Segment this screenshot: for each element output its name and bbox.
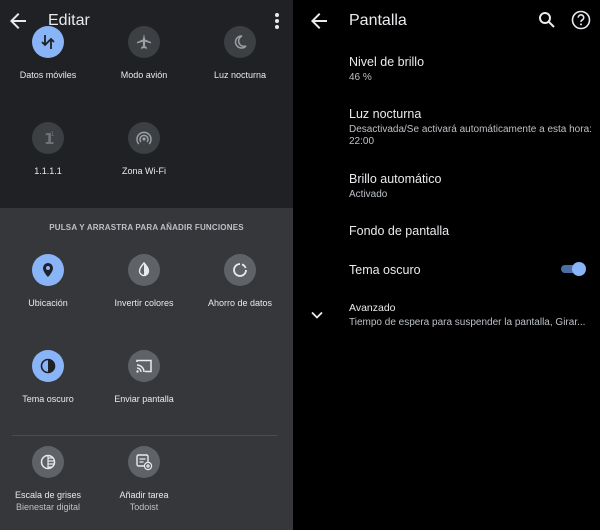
setting-summary: Tiempo de espera para suspender la panta…: [349, 317, 586, 328]
tile-circle: [32, 254, 64, 286]
tile-sublabel: Todoist: [129, 502, 159, 512]
tile-label: Añadir tarea: [119, 490, 169, 500]
tile-label: Escala de grises: [14, 490, 82, 500]
tile-circle: [32, 446, 64, 478]
tile-invertir-colores[interactable]: Invertir colores: [96, 254, 192, 308]
tile-circle: [128, 446, 160, 478]
tile-1111[interactable]: 11 1.1.1.1: [0, 122, 96, 176]
setting-wallpaper[interactable]: Fondo de pantalla: [349, 224, 593, 238]
back-arrow-icon[interactable]: [307, 9, 331, 33]
airplane-icon: [137, 34, 151, 49]
tile-circle: [224, 254, 256, 286]
tile-datos-moviles[interactable]: Datos móviles: [0, 26, 96, 80]
svg-text:1: 1: [51, 131, 55, 138]
tile-label: Zona Wi-Fi: [121, 166, 166, 176]
setting-title: Tema oscuro: [349, 263, 421, 277]
setting-dark-theme[interactable]: Tema oscuro: [349, 263, 549, 277]
tile-circle: [32, 26, 64, 58]
tile-label: Invertir colores: [114, 298, 174, 308]
tile-tema-oscuro[interactable]: Tema oscuro: [0, 350, 96, 404]
hotspot-icon: [136, 131, 152, 145]
dark-theme-icon: [40, 358, 56, 374]
cast-icon: [136, 359, 152, 373]
one-one-one-one-icon: 11: [44, 130, 55, 147]
tile-sublabel: Bienestar digital: [15, 502, 81, 512]
tile-label: Enviar pantalla: [114, 394, 174, 404]
tile-label: 1.1.1.1: [34, 166, 62, 176]
help-icon[interactable]: [571, 10, 591, 30]
tile-luz-nocturna[interactable]: Luz nocturna: [192, 26, 288, 80]
tile-label: Luz nocturna: [213, 70, 267, 80]
setting-summary: Activado: [349, 189, 388, 200]
tile-circle: [128, 122, 160, 154]
tile-label: Ahorro de datos: [207, 298, 273, 308]
search-icon[interactable]: [537, 10, 557, 30]
data-saver-icon: [233, 263, 247, 277]
setting-title: Nivel de brillo: [349, 55, 425, 69]
tile-ahorro-datos[interactable]: Ahorro de datos: [192, 254, 288, 308]
tile-label: Tema oscuro: [22, 394, 74, 404]
setting-auto-brightness[interactable]: Brillo automático Activado: [349, 172, 593, 201]
tile-circle: [128, 350, 160, 382]
setting-title: Fondo de pantalla: [349, 224, 450, 238]
tile-label: Modo avión: [120, 70, 168, 80]
tile-circle: [32, 350, 64, 382]
tiles-divider: [12, 435, 277, 436]
grayscale-icon: [40, 454, 56, 470]
setting-brightness-level[interactable]: Nivel de brillo 46 %: [349, 55, 593, 84]
quick-settings-editor: Editar Datos móviles Modo avión Luz noct…: [0, 0, 293, 530]
tile-label: Datos móviles: [19, 70, 77, 80]
tile-circle: [128, 26, 160, 58]
setting-summary: 46 %: [349, 72, 372, 83]
tile-ubicacion[interactable]: Ubicación: [0, 254, 96, 308]
tile-enviar-pantalla[interactable]: Enviar pantalla: [96, 350, 192, 404]
dark-theme-toggle[interactable]: [561, 262, 586, 276]
location-icon: [43, 263, 53, 277]
drag-instructions: PULSA Y ARRASTRA PARA AÑADIR FUNCIONES: [49, 223, 244, 232]
add-task-icon: [136, 454, 153, 471]
setting-night-light[interactable]: Luz nocturna Desactivada/Se activará aut…: [349, 107, 593, 148]
setting-title: Avanzado: [349, 302, 396, 314]
tile-modo-avion[interactable]: Modo avión: [96, 26, 192, 80]
page-title: Pantalla: [349, 12, 407, 29]
tile-anadir-tarea[interactable]: Añadir tarea Todoist: [96, 446, 192, 512]
tile-zona-wifi[interactable]: Zona Wi-Fi: [96, 122, 192, 176]
toggle-thumb: [572, 262, 586, 276]
setting-summary: Desactivada/Se activará automáticamente …: [349, 124, 592, 147]
tile-escala-grises[interactable]: Escala de grises Bienestar digital: [0, 446, 96, 512]
moon-icon: [234, 35, 247, 49]
tile-circle: 11: [32, 122, 64, 154]
mobile-data-icon: [41, 35, 55, 49]
tile-circle: [224, 26, 256, 58]
tile-circle: [128, 254, 160, 286]
invert-colors-icon: [138, 261, 150, 277]
chevron-down-icon[interactable]: [307, 305, 327, 325]
display-settings: Pantalla Nivel de brillo 46 % Luz noctur…: [295, 0, 600, 530]
tile-label: Ubicación: [28, 298, 68, 308]
setting-title: Brillo automático: [349, 172, 442, 186]
setting-advanced[interactable]: Avanzado Tiempo de espera para suspender…: [349, 302, 593, 329]
screen: Editar Datos móviles Modo avión Luz noct…: [0, 0, 600, 530]
setting-title: Luz nocturna: [349, 107, 422, 121]
